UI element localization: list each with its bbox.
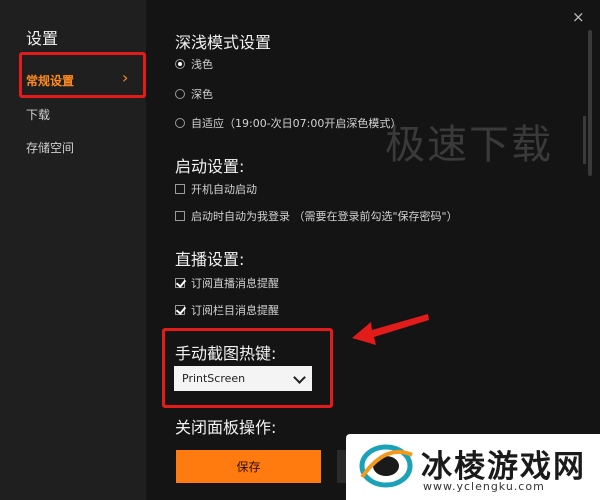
site-logo-url: www.yclengku.com — [423, 480, 545, 493]
annotation-arrow-icon — [352, 314, 429, 345]
save-button[interactable]: 保存 — [176, 450, 321, 483]
close-panel-title: 关闭面板操作: — [175, 418, 277, 437]
site-logo-icon — [359, 444, 413, 488]
